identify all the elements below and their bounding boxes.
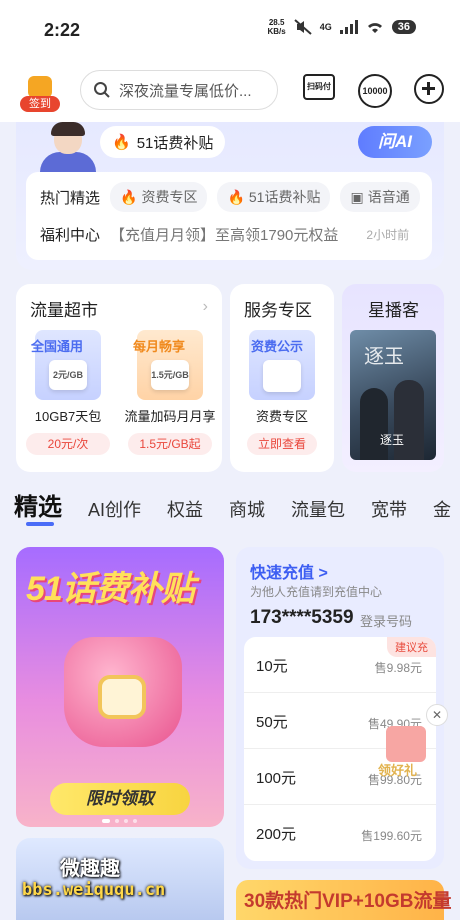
price-pill[interactable]: 20元/次 <box>26 433 110 455</box>
poster-title: 逐玉 <box>380 433 405 447</box>
welfare-label: 福利中心 <box>40 227 101 244</box>
recharge-option[interactable]: 建议充 10元 售9.98元 <box>244 637 436 693</box>
recharge-title[interactable]: 快速充值 > <box>250 559 328 583</box>
hot-row: 热门精选 🔥 资费专区 🔥 51话费补贴 ▣ 语音通 <box>40 182 432 212</box>
tab-ai-create[interactable]: AI创作 <box>88 496 141 532</box>
quick-recharge-card: 快速充值 > 为他人充值请到充值中心 173****5359 登录号码 建议充 … <box>236 547 444 869</box>
wifi-icon <box>367 23 382 33</box>
hot-chip[interactable]: 🔥 51话费补贴 <box>217 182 331 212</box>
ask-ai-button[interactable]: 问AI <box>358 126 432 158</box>
bottom-promo-left[interactable] <box>16 838 224 920</box>
market-title: 流量超市 <box>30 301 98 320</box>
tab-data-pack[interactable]: 流量包 <box>291 496 345 532</box>
subsidy-label: 51话费补贴 <box>136 134 214 152</box>
live-card[interactable]: 星播客 逐玉 逐玉 <box>342 284 444 472</box>
hot-chip[interactable]: 🔥 资费专区 <box>110 182 208 212</box>
status-bar: 2:22 28.5 KB/s 4G 36 <box>0 0 460 62</box>
product-card[interactable]: 全国通用 2元/GB 10GB7天包 20元/次 <box>22 330 114 455</box>
welfare-row[interactable]: 福利中心 【充值月月领】至高领1790元权益 2小时前 <box>40 224 409 245</box>
banner-title: 51话费补贴 <box>26 570 195 608</box>
chat-icon: ▣ <box>350 188 364 205</box>
search-icon <box>94 82 110 98</box>
watermark-url: bbs.weiququ.cn <box>22 880 166 900</box>
status-icons: 28.5 KB/s 4G 36 <box>267 18 416 36</box>
welfare-time: 2小时前 <box>366 228 410 242</box>
promo-banner[interactable]: 51话费补贴 限时领取 <box>16 547 224 827</box>
headset-icon: 10000 <box>358 74 392 108</box>
mute-icon <box>294 19 312 35</box>
product-name: 10GB7天包 <box>34 409 102 424</box>
fire-icon: 🔥 <box>112 134 131 151</box>
welfare-desc: 【充值月月领】至高领1790元权益 <box>110 227 339 244</box>
status-time: 2:22 <box>44 20 81 40</box>
subsidy-bubble[interactable]: 🔥 51话费补贴 <box>100 126 226 158</box>
gift-icon <box>28 76 52 98</box>
assistant-avatar[interactable] <box>34 122 98 174</box>
watermark-title: 微趣趣 <box>60 858 120 880</box>
signal-icon <box>339 20 358 34</box>
view-now-button[interactable]: 立即查看 <box>247 433 317 455</box>
document-icon: 资费公示 <box>249 330 315 400</box>
recharge-subtitle: 为他人充值请到充值中心 <box>250 585 383 599</box>
recharge-option[interactable]: 200元 售199.60元 <box>244 805 436 861</box>
service-name: 资费专区 <box>255 409 308 424</box>
suggest-badge: 建议充 <box>387 637 436 657</box>
tab-broadband[interactable]: 宽带 <box>371 496 407 532</box>
service-list: 热门精选 🔥 资费专区 🔥 51话费补贴 ▣ 语音通 福利中心 【充值月月领】至高领1… <box>26 172 432 260</box>
fire-icon: 🔥 <box>227 188 245 205</box>
login-number-label: 登录号码 <box>360 614 413 629</box>
service-10000-button[interactable]: 10000 <box>358 74 392 108</box>
service-item[interactable]: 资费公示 资费专区 立即查看 <box>236 330 328 455</box>
drama-poster[interactable]: 逐玉 逐玉 <box>350 330 436 460</box>
network-type: 4G <box>319 22 332 32</box>
price-pill[interactable]: 1.5元/GB起 <box>128 433 212 455</box>
close-icon[interactable]: ✕ <box>426 704 448 726</box>
tab-mall[interactable]: 商城 <box>229 496 265 532</box>
live-title: 星播客 <box>368 301 419 320</box>
carousel-dots <box>102 819 137 823</box>
search-placeholder: 深夜流量专属低价... <box>119 82 252 100</box>
product-image: 全国通用 2元/GB <box>31 330 101 400</box>
network-speed: 28.5 KB/s <box>267 18 286 36</box>
bottom-promo-right[interactable]: 30款热门VIP+10GB流量 <box>236 880 452 920</box>
hot-chip[interactable]: ▣ 语音通 <box>340 182 420 212</box>
tab-benefits[interactable]: 权益 <box>167 496 203 532</box>
product-card[interactable]: 每月畅享 1.5元/GB 流量加码月月享 1.5元/GB起 <box>124 330 216 455</box>
checkin-button[interactable]: 签到 <box>20 76 60 112</box>
flow-market-card: 流量超市 › 全国通用 2元/GB 10GB7天包 20元/次 每月畅享 1.5… <box>16 284 222 472</box>
scan-icon: 扫码付 <box>303 74 335 100</box>
add-button[interactable] <box>414 74 444 104</box>
service-zone-card[interactable]: 服务专区 资费公示 资费专区 立即查看 <box>230 284 334 472</box>
app-header: 签到 深夜流量专属低价... 扫码付 10000 <box>0 62 460 122</box>
tab-featured[interactable]: 精选 <box>14 492 62 532</box>
chevron-right-icon[interactable]: › <box>203 298 208 316</box>
search-input[interactable]: 深夜流量专属低价... <box>80 70 278 110</box>
claim-button[interactable]: 限时领取 <box>50 783 190 815</box>
checkin-label: 签到 <box>20 96 60 112</box>
scan-pay-button[interactable]: 扫码付 <box>303 74 335 100</box>
gift-label: 领好礼 <box>378 763 418 778</box>
product-name: 流量加码月月享 <box>124 409 216 424</box>
tab-gold[interactable]: 金 <box>433 496 451 532</box>
vip-promo-text: 30款热门VIP+10GB流量 <box>244 891 452 912</box>
battery-level: 36 <box>391 20 416 34</box>
product-image: 每月畅享 1.5元/GB <box>133 330 203 400</box>
plus-icon <box>414 74 444 104</box>
phone-number: 173****5359 <box>250 607 354 628</box>
hot-label: 热门精选 <box>40 189 101 207</box>
service-zone-title: 服务专区 <box>244 301 312 320</box>
floating-gift-widget[interactable]: 领好礼 <box>376 716 438 778</box>
fire-icon: 🔥 <box>120 188 138 205</box>
gift-icon <box>386 726 426 762</box>
category-tabs: 精选 AI创作 权益 商城 流量包 宽带 金 <box>0 492 460 532</box>
